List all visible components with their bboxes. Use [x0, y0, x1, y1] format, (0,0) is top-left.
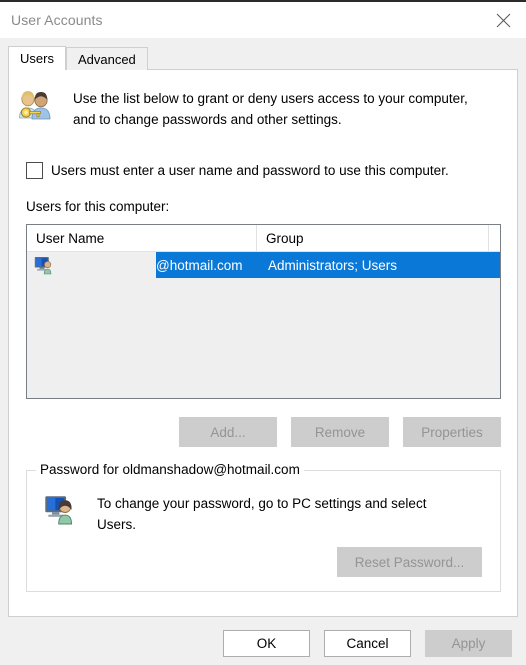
users-list-label: Users for this computer: — [26, 199, 170, 214]
column-header-user-name[interactable]: User Name — [27, 225, 257, 251]
apply-button-label: Apply — [451, 636, 486, 651]
intro-section: Use the list below to grant or deny user… — [16, 88, 506, 130]
properties-button[interactable]: Properties — [403, 417, 501, 447]
close-icon[interactable] — [480, 2, 526, 38]
cancel-button-label: Cancel — [346, 636, 389, 651]
tab-users[interactable]: Users — [8, 46, 66, 70]
user-computer-icon — [45, 496, 73, 525]
cell-user-name: @hotmail.com — [156, 257, 243, 273]
password-group-text: To change your password, go to PC settin… — [97, 496, 427, 532]
table-row[interactable]: @hotmail.com Administrators; Users — [27, 252, 500, 278]
cell-group: Administrators; Users — [268, 257, 398, 273]
row-selected-cells[interactable]: @hotmail.com Administrators; Users — [156, 252, 500, 278]
ok-button[interactable]: OK — [223, 630, 310, 657]
users-key-icon — [19, 91, 51, 120]
tab-users-label: Users — [20, 51, 54, 66]
password-group-box: Password for oldmanshadow@hotmail.com To… — [26, 462, 501, 592]
add-button[interactable]: Add... — [179, 417, 277, 447]
reset-password-row: Reset Password... — [323, 547, 482, 577]
intro-text: Use the list below to grant or deny user… — [73, 91, 468, 127]
close-glyph — [496, 13, 510, 27]
properties-button-label: Properties — [421, 424, 483, 440]
user-computer-icon — [34, 257, 52, 275]
password-group-legend: Password for oldmanshadow@hotmail.com — [36, 462, 304, 477]
ok-button-label: OK — [256, 636, 277, 651]
title-bar: User Accounts — [0, 0, 526, 38]
apply-button[interactable]: Apply — [425, 630, 512, 657]
remove-button-label: Remove — [314, 424, 366, 440]
tab-advanced-label: Advanced — [77, 51, 136, 67]
users-list[interactable]: User Name Group @hotmail.com Administrat… — [26, 224, 501, 399]
reset-password-button-label: Reset Password... — [354, 554, 465, 570]
require-password-checkbox-label: Users must enter a user name and passwor… — [51, 163, 449, 178]
cancel-button[interactable]: Cancel — [324, 630, 411, 657]
require-password-checkbox-row[interactable]: Users must enter a user name and passwor… — [26, 162, 449, 179]
tab-advanced[interactable]: Advanced — [65, 47, 148, 70]
window-title: User Accounts — [11, 12, 103, 28]
list-actions: Add... Remove Properties — [9, 417, 519, 447]
dialog-footer: OK Cancel Apply — [0, 617, 526, 665]
users-list-header: User Name Group — [27, 225, 500, 252]
tab-strip: Users Advanced — [8, 46, 148, 70]
column-header-group[interactable]: Group — [257, 225, 489, 251]
tab-panel-users: Use the list below to grant or deny user… — [8, 69, 518, 617]
row-user-icon-cell — [27, 255, 156, 275]
remove-button[interactable]: Remove — [291, 417, 389, 447]
footer-buttons: OK Cancel Apply — [209, 630, 512, 657]
password-group-body: To change your password, go to PC settin… — [44, 493, 463, 535]
add-button-label: Add... — [210, 424, 246, 440]
require-password-checkbox[interactable] — [26, 162, 43, 179]
reset-password-button[interactable]: Reset Password... — [337, 547, 482, 577]
column-header-extra[interactable] — [489, 225, 500, 251]
